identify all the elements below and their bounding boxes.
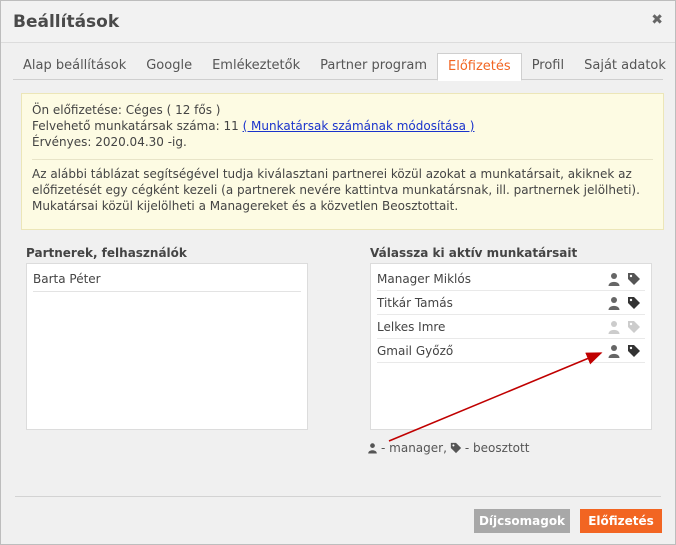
manager-icon <box>368 443 377 454</box>
tab-profile[interactable]: Profil <box>522 53 574 80</box>
subscription-info-box: Ön előfizetése: Céges ( 12 fős ) Felvehe… <box>21 93 664 230</box>
available-staff-count: Felvehető munkatársak száma: 11 ( Munkat… <box>32 118 653 134</box>
legend-manager-label: - manager, <box>381 441 447 455</box>
modify-staff-count-link[interactable]: ( Munkatársak számának módosítása ) <box>243 119 475 133</box>
icon-legend: - manager, - beosztott <box>367 441 529 455</box>
available-staff-label: Felvehető munkatársak száma: 11 <box>32 119 239 133</box>
staff-row: Titkár Tamás <box>377 291 645 315</box>
staff-row: Gmail Győző <box>377 339 645 363</box>
validity-date: Érvényes: 2020.04.30 -ig. <box>32 135 187 149</box>
manager-icon[interactable] <box>607 344 621 358</box>
packages-button[interactable]: Díjcsomagok <box>474 509 570 533</box>
tab-own-data[interactable]: Saját adatok <box>574 53 676 80</box>
staff-name[interactable]: Manager Miklós <box>377 272 607 286</box>
subordinate-tag-icon[interactable] <box>627 320 641 334</box>
subordinate-tag-icon[interactable] <box>627 272 641 286</box>
tag-icon <box>450 442 462 454</box>
subscription-type: Ön előfizetése: Céges ( 12 fős ) <box>32 103 221 117</box>
legend-subordinate-label: - beosztott <box>464 441 530 455</box>
info-divider <box>32 159 653 160</box>
tab-subscription[interactable]: Előfizetés <box>437 53 522 81</box>
manager-icon[interactable] <box>607 272 621 286</box>
subordinate-tag-icon[interactable] <box>627 296 641 310</box>
partners-title: Partnerek, felhasználók <box>26 246 187 260</box>
info-paragraph: Az alábbi táblázat segítségével tudja ki… <box>32 167 640 197</box>
partners-list: Barta Péter <box>26 263 308 430</box>
close-icon[interactable]: ✖ <box>651 12 663 28</box>
staff-title: Válassza ki aktív munkatársait <box>370 246 578 260</box>
subordinate-tag-icon[interactable] <box>627 344 641 358</box>
tab-reminders[interactable]: Emlékeztetők <box>202 53 310 80</box>
dialog-title: Beállítások <box>13 12 120 32</box>
manager-icon[interactable] <box>607 296 621 310</box>
staff-name[interactable]: Gmail Győző <box>377 344 607 358</box>
partner-item[interactable]: Barta Péter <box>33 270 301 292</box>
staff-name[interactable]: Titkár Tamás <box>377 296 607 310</box>
tab-partner-program[interactable]: Partner program <box>310 53 437 80</box>
manager-icon[interactable] <box>607 320 621 334</box>
staff-row: Lelkes Imre <box>377 315 645 339</box>
settings-dialog: Beállítások ✖ Alap beállítások Google Em… <box>0 0 676 545</box>
tab-google[interactable]: Google <box>136 53 202 80</box>
staff-list: Manager Miklós Titkár Tamás Lelkes Imre … <box>370 263 652 430</box>
tab-basic-settings[interactable]: Alap beállítások <box>13 53 136 80</box>
info-paragraph-managers: Mukatársai közül kijelölheti a Managerek… <box>32 199 459 213</box>
footer-divider <box>15 496 661 497</box>
subscribe-button[interactable]: Előfizetés <box>580 509 662 533</box>
tab-bar: Alap beállítások Google Emlékeztetők Par… <box>13 53 666 81</box>
staff-name[interactable]: Lelkes Imre <box>377 320 607 334</box>
staff-row: Manager Miklós <box>377 267 645 291</box>
title-bar: Beállítások ✖ <box>1 1 675 43</box>
